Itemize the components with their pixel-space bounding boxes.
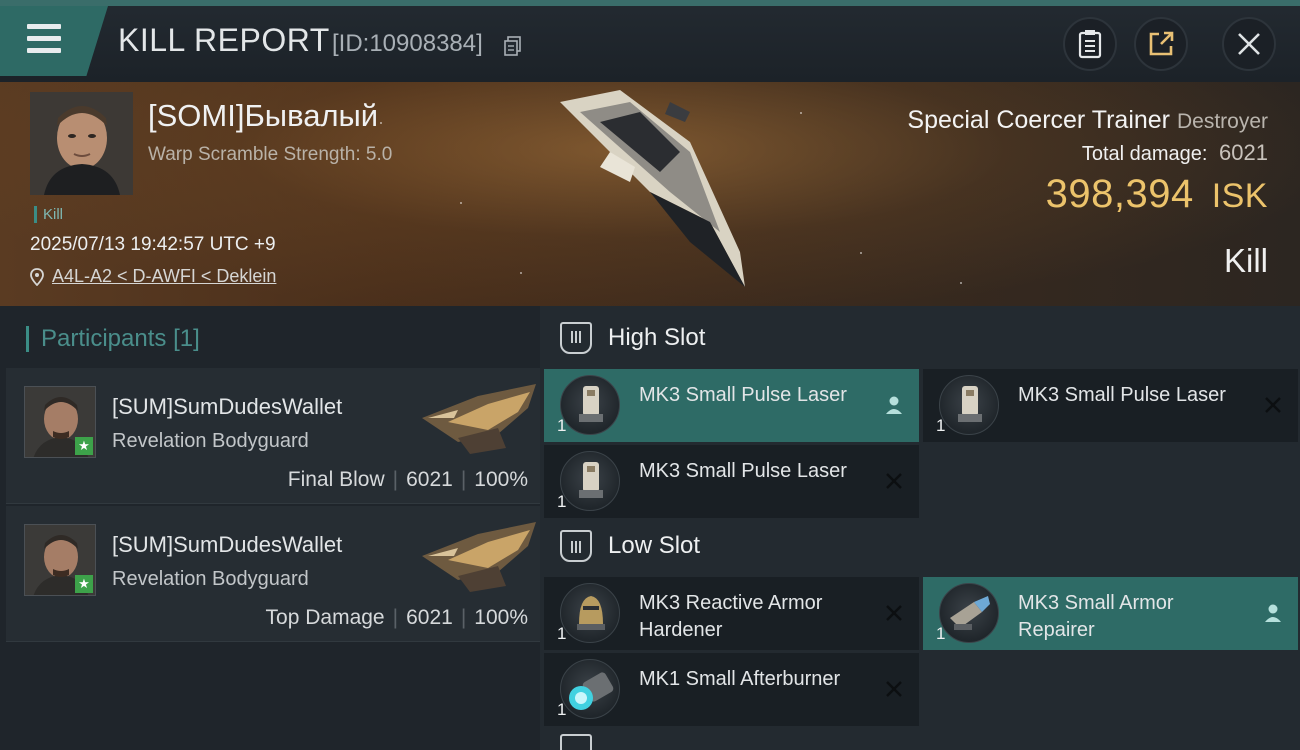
module-quantity: 1: [557, 416, 567, 435]
victim-summary: [SOMI]Бывалый Warp Scramble Strength: 5.…: [0, 82, 1300, 306]
top-bar: KILL REPORT [ID:10908384]: [0, 0, 1300, 82]
low-slot-label: Low Slot: [608, 532, 701, 559]
victim-ship-class: Destroyer: [1176, 110, 1268, 133]
module-name: MK3 Small Pulse Laser: [639, 384, 847, 406]
destroyed-x-icon: [883, 602, 905, 624]
isk-value: 398,394 ISK: [1046, 172, 1268, 217]
fitting-panel: High Slot 1 MK3 Small Pulse Laser 1 MK3 …: [540, 306, 1300, 750]
menu-button[interactable]: [0, 6, 108, 76]
module-name: MK3 Reactive Armor Hardener: [639, 592, 823, 641]
participant-percent: 100%: [474, 468, 528, 491]
high-slot-icon: [560, 322, 592, 354]
low-slot-icon: [560, 530, 592, 562]
pulse-laser-icon: [560, 375, 620, 435]
kill-result: Kill: [1223, 242, 1268, 279]
module-item[interactable]: 1 MK3 Small Pulse Laser: [923, 369, 1298, 442]
afterburner-icon: [560, 659, 620, 719]
share-button[interactable]: [1134, 17, 1188, 71]
total-damage-value: 6021: [1219, 140, 1268, 165]
pilot-avatar: [30, 92, 133, 195]
participant-stats: Top Damage | 6021 | 100%: [265, 606, 528, 629]
dropped-person-icon: [1262, 602, 1284, 624]
module-quantity: 1: [557, 700, 567, 719]
star-badge-icon: ★: [75, 437, 93, 455]
participant-ship: Revelation Bodyguard: [112, 430, 309, 452]
menu-icon-bar: [27, 36, 61, 41]
participant-percent: 100%: [474, 606, 528, 629]
menu-icon-bar: [27, 48, 61, 53]
pulse-laser-icon: [939, 375, 999, 435]
location-link[interactable]: A4L-A2 < D-AWFI < Deklein: [52, 266, 276, 287]
menu-icon: [27, 24, 61, 29]
close-button[interactable]: [1222, 17, 1276, 71]
participants-count: [1]: [173, 325, 200, 352]
participant-role: Final Blow: [287, 468, 385, 491]
participant-avatar[interactable]: ★: [24, 524, 96, 596]
participants-header: Participants [1]: [26, 326, 200, 352]
isk-amount: 398,394: [1045, 172, 1194, 216]
kill-datetime: 2025/07/13 19:42:57 UTC +9: [30, 234, 276, 255]
participant-damage: 6021: [406, 606, 453, 629]
page-title: KILL REPORT: [118, 22, 330, 58]
participant-row[interactable]: ★ [SUM]SumDudesWallet Revelation Bodygua…: [6, 506, 540, 642]
victim-ship-image: [560, 90, 745, 287]
warp-scramble-strength: Warp Scramble Strength: 5.0: [148, 144, 393, 165]
module-item[interactable]: 1 MK3 Small Pulse Laser: [544, 369, 919, 442]
participants-label: Participants: [41, 325, 167, 352]
participant-row[interactable]: ★ [SUM]SumDudesWallet Revelation Bodygua…: [6, 368, 540, 504]
victim-portrait[interactable]: [30, 92, 133, 195]
module-item[interactable]: 1 MK3 Small Pulse Laser: [544, 445, 919, 518]
destroyed-x-icon: [1262, 394, 1284, 416]
pulse-laser-icon: [560, 451, 620, 511]
participant-ship-image: [422, 522, 536, 592]
module-item[interactable]: 1 MK3 Reactive Armor Hardener: [544, 577, 919, 650]
destroyed-x-icon: [883, 470, 905, 492]
location-pin-icon: [30, 267, 44, 286]
total-damage: Total damage: 6021: [1082, 140, 1268, 166]
module-quantity: 1: [557, 492, 567, 511]
participant-ship: Revelation Bodyguard: [112, 568, 309, 590]
next-slot-header: [560, 734, 592, 750]
participant-name[interactable]: [SUM]SumDudesWallet: [112, 532, 342, 558]
module-item[interactable]: 1 MK3 Small Armor Repairer: [923, 577, 1298, 650]
clipboard-button[interactable]: [1063, 17, 1117, 71]
report-id: [ID:10908384]: [332, 30, 483, 57]
high-slot-label: High Slot: [608, 324, 706, 351]
module-quantity: 1: [936, 624, 946, 643]
isk-unit: ISK: [1211, 177, 1268, 215]
low-slot-header: Low Slot: [560, 530, 700, 562]
victim-ship[interactable]: Special Coercer Trainer Destroyer: [907, 106, 1268, 135]
module-quantity: 1: [936, 416, 946, 435]
high-slot-header: High Slot: [560, 322, 705, 354]
module-item[interactable]: 1 MK1 Small Afterburner: [544, 653, 919, 726]
star-badge-icon: ★: [75, 575, 93, 593]
victim-ship-name: Special Coercer Trainer: [907, 106, 1171, 134]
participant-role: Top Damage: [265, 606, 385, 629]
total-damage-label: Total damage:: [1081, 143, 1208, 165]
top-accent-line: [0, 0, 1300, 6]
armor-repairer-icon: [939, 583, 999, 643]
kill-tag: Kill: [34, 206, 63, 223]
module-name: MK3 Small Pulse Laser: [639, 460, 847, 482]
copy-icon[interactable]: [504, 36, 522, 56]
share-icon: [1149, 31, 1174, 56]
participants-panel: Participants [1] ★ [SUM]SumDudesWallet R…: [0, 306, 540, 750]
close-icon: [1238, 33, 1260, 55]
destroyed-x-icon: [883, 678, 905, 700]
dropped-person-icon: [883, 394, 905, 416]
victim-name[interactable]: [SOMI]Бывалый: [148, 98, 378, 134]
module-quantity: 1: [557, 624, 567, 643]
participant-damage: 6021: [406, 468, 453, 491]
armor-hardener-icon: [560, 583, 620, 643]
kill-location[interactable]: A4L-A2 < D-AWFI < Deklein: [30, 266, 276, 287]
slot-icon: [560, 734, 592, 750]
participant-ship-image: [422, 384, 536, 454]
participant-avatar[interactable]: ★: [24, 386, 96, 458]
module-name: MK1 Small Afterburner: [639, 668, 841, 690]
participant-name[interactable]: [SUM]SumDudesWallet: [112, 394, 342, 420]
module-name: MK3 Small Pulse Laser: [1018, 384, 1226, 406]
module-name: MK3 Small Armor Repairer: [1018, 592, 1174, 641]
clipboard-icon: [1078, 30, 1102, 59]
participant-stats: Final Blow | 6021 | 100%: [287, 468, 528, 491]
